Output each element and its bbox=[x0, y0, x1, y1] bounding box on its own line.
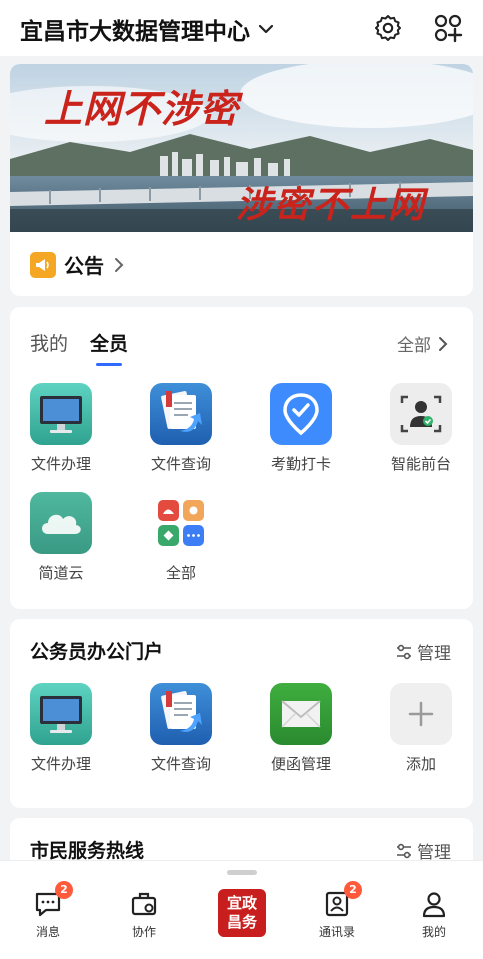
app-attendance[interactable]: 考勤打卡 bbox=[251, 383, 351, 474]
sliders-icon bbox=[397, 644, 411, 659]
org-switcher[interactable]: 宜昌市大数据管理中心 bbox=[20, 12, 276, 46]
nav-label: 协作 bbox=[131, 925, 156, 939]
manage-button[interactable]: 管理 bbox=[395, 639, 451, 664]
location-check-icon bbox=[270, 383, 332, 445]
unread-badge: 2 bbox=[55, 881, 73, 899]
user-icon bbox=[419, 889, 449, 919]
briefcase-icon bbox=[129, 889, 159, 919]
manage-label: 管理 bbox=[417, 644, 451, 664]
all-apps-icon bbox=[150, 492, 212, 554]
banner-slogan-top: 上网不涉密 bbox=[44, 86, 240, 131]
monitor-icon bbox=[30, 683, 92, 745]
top-bar: 宜昌市大数据管理中心 bbox=[0, 0, 483, 56]
all-apps-label: 全部 bbox=[397, 336, 431, 356]
document-search-icon bbox=[150, 683, 212, 745]
logo-text-line: 宜政 bbox=[226, 894, 257, 912]
apps-card: 我的 全员 全部 文件办理 文件查询 考勤打卡 智能前台 简道云 全部 bbox=[10, 307, 473, 609]
app-file-search[interactable]: 文件查询 bbox=[131, 683, 231, 774]
tab-mine[interactable]: 我的 bbox=[30, 329, 68, 356]
app-all[interactable]: 全部 bbox=[131, 492, 231, 583]
banner-card: 上网不涉密 涉密不上网 公告 bbox=[10, 64, 473, 296]
app-label: 全部 bbox=[165, 564, 196, 582]
app-label: 文件办理 bbox=[30, 755, 91, 773]
megaphone-icon bbox=[30, 251, 56, 278]
app-label: 智能前台 bbox=[390, 455, 451, 473]
section-title: 市民服务热线 bbox=[30, 840, 145, 862]
nav-contacts[interactable]: 2 通讯录 bbox=[297, 881, 377, 940]
logo-text-line: 昌务 bbox=[226, 913, 257, 931]
org-name: 宜昌市大数据管理中心 bbox=[20, 19, 250, 45]
add-app-grid-icon[interactable] bbox=[432, 12, 464, 44]
app-label: 便函管理 bbox=[270, 755, 331, 773]
chevron-down-icon bbox=[258, 24, 274, 34]
banner-image[interactable]: 上网不涉密 涉密不上网 bbox=[10, 64, 473, 232]
monitor-icon bbox=[30, 383, 92, 445]
plus-icon bbox=[390, 683, 452, 745]
unread-badge: 2 bbox=[344, 881, 362, 899]
apps-tabs: 我的 全员 bbox=[30, 329, 128, 366]
center-app-logo[interactable]: 宜政 昌务 bbox=[218, 889, 266, 937]
app-label: 文件查询 bbox=[150, 755, 211, 773]
banner-slogan-bottom: 涉密不上网 bbox=[236, 184, 427, 226]
app-file-search[interactable]: 文件查询 bbox=[131, 383, 231, 474]
nav-label: 消息 bbox=[35, 925, 60, 939]
tab-all-staff[interactable]: 全员 bbox=[90, 329, 128, 366]
notice-link[interactable]: 公告 bbox=[30, 250, 128, 279]
app-smart-reception[interactable]: 智能前台 bbox=[371, 383, 471, 474]
nav-label: 通讯录 bbox=[318, 925, 355, 939]
app-label: 考勤打卡 bbox=[270, 455, 331, 473]
app-file-handling[interactable]: 文件办理 bbox=[11, 383, 111, 474]
app-file-handling[interactable]: 文件办理 bbox=[11, 683, 111, 774]
contacts-icon: 2 bbox=[322, 881, 362, 919]
nav-me[interactable]: 我的 bbox=[394, 889, 474, 940]
chevron-right-icon bbox=[439, 336, 448, 351]
nav-messages[interactable]: 2 消息 bbox=[8, 881, 88, 940]
section-title: 公务员办公门户 bbox=[30, 641, 164, 663]
all-apps-link[interactable]: 全部 bbox=[397, 331, 451, 356]
settings-gear-icon[interactable] bbox=[372, 12, 404, 44]
app-label: 文件办理 bbox=[30, 455, 91, 473]
app-label: 文件查询 bbox=[150, 455, 211, 473]
cloud-icon bbox=[30, 492, 92, 554]
notice-label: 公告 bbox=[64, 254, 104, 278]
chat-bubble-icon: 2 bbox=[33, 881, 73, 919]
nav-label: 我的 bbox=[421, 925, 446, 939]
app-jiandaoyun[interactable]: 简道云 bbox=[11, 492, 111, 583]
app-add[interactable]: 添加 bbox=[371, 683, 471, 774]
app-memo-management[interactable]: 便函管理 bbox=[251, 683, 351, 774]
sliders-icon bbox=[397, 843, 411, 858]
drag-handle[interactable] bbox=[227, 870, 257, 875]
envelope-icon bbox=[270, 683, 332, 745]
civil-portal-card: 公务员办公门户 管理 文件办理 文件查询 便函管理 添加 bbox=[10, 619, 473, 808]
app-label: 简道云 bbox=[38, 564, 84, 582]
chevron-right-icon bbox=[115, 257, 124, 272]
document-search-icon bbox=[150, 383, 212, 445]
app-label: 添加 bbox=[405, 755, 436, 773]
nav-collaboration[interactable]: 协作 bbox=[104, 889, 184, 940]
face-scan-icon bbox=[390, 383, 452, 445]
